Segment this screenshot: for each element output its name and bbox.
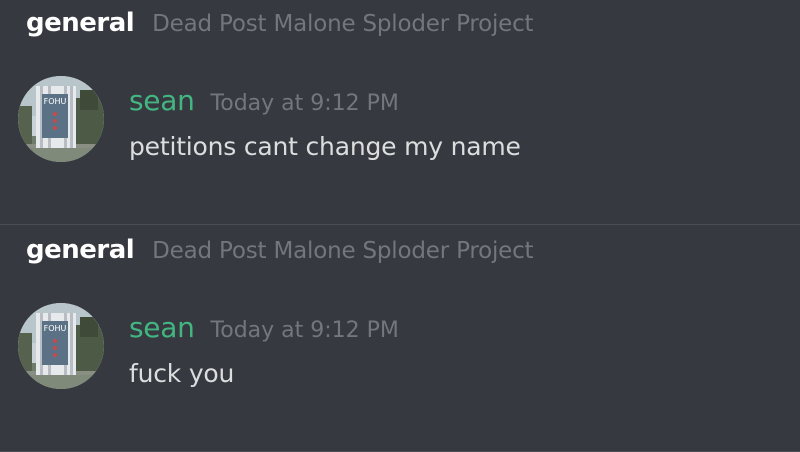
channel-name[interactable]: general [26,235,135,265]
server-name[interactable]: Dead Post Malone Sploder Project [152,11,533,37]
channel-header: general Dead Post Malone Sploder Project [26,235,534,271]
server-name[interactable]: Dead Post Malone Sploder Project [152,238,533,264]
message-text: fuck you [129,359,235,388]
message-meta: sean Today at 9:12 PM [129,84,399,117]
avatar-sign-text: FOHU [44,97,67,106]
avatar[interactable]: FOHU [18,76,104,162]
channel-header: general Dead Post Malone Sploder Project [26,8,534,44]
channel-name[interactable]: general [26,8,135,38]
message-text: petitions cant change my name [129,132,521,161]
message-panel: general Dead Post Malone Sploder Project… [0,227,800,452]
avatar[interactable]: FOHU [18,303,104,389]
message-panel: general Dead Post Malone Sploder Project… [0,0,800,225]
avatar-sign-text: FOHU [44,324,67,333]
author-name[interactable]: sean [129,84,195,117]
author-name[interactable]: sean [129,311,195,344]
message-meta: sean Today at 9:12 PM [129,311,399,344]
timestamp: Today at 9:12 PM [210,91,399,116]
timestamp: Today at 9:12 PM [210,318,399,343]
